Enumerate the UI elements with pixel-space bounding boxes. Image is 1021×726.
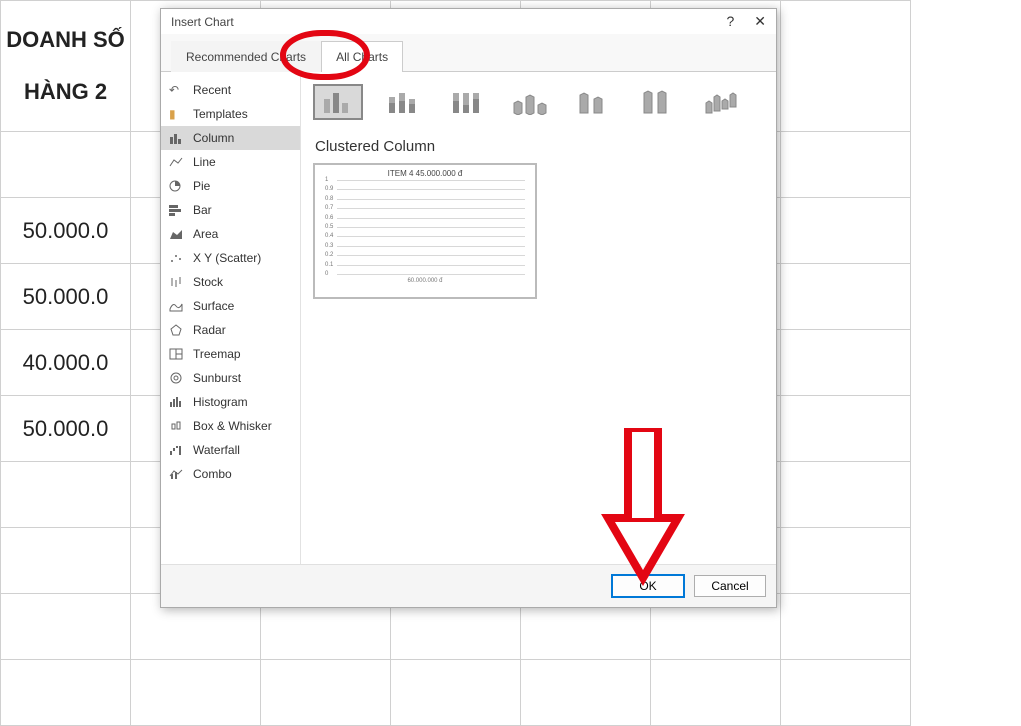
recent-icon: ↶ (169, 83, 185, 97)
ytick: 0.8 (325, 196, 333, 202)
type-stock[interactable]: Stock (161, 270, 300, 294)
type-box-whisker[interactable]: Box & Whisker (161, 414, 300, 438)
chart-type-list: ↶ Recent ▮ Templates Column Line Pie Bar A… (161, 72, 301, 564)
line-icon (169, 156, 185, 168)
type-histogram[interactable]: Histogram (161, 390, 300, 414)
type-combo[interactable]: Combo (161, 462, 300, 486)
box-whisker-icon (169, 420, 185, 432)
type-label: Stock (193, 275, 223, 289)
histogram-icon (169, 396, 185, 408)
type-label: Radar (193, 323, 226, 337)
cell-a6[interactable]: 50.000.0 (1, 396, 131, 462)
ytick: 0 (325, 271, 328, 277)
type-label: Sunburst (193, 371, 241, 385)
ytick: 0.1 (325, 262, 333, 268)
surface-icon (169, 300, 185, 312)
ytick: 0.9 (325, 186, 333, 192)
column-subtype-row (313, 84, 764, 120)
type-treemap[interactable]: Treemap (161, 342, 300, 366)
type-label: Pie (193, 179, 210, 193)
subtype-100-stacked-column[interactable] (441, 84, 491, 120)
type-label: X Y (Scatter) (193, 251, 261, 265)
type-surface[interactable]: Surface (161, 294, 300, 318)
dialog-title: Insert Chart (171, 15, 234, 29)
column-icon (169, 132, 185, 144)
ytick: 0.7 (325, 205, 333, 211)
type-column[interactable]: Column (161, 126, 300, 150)
subtype-3d-100-stacked-column[interactable] (633, 84, 683, 120)
ytick: 0.5 (325, 224, 333, 230)
bar-icon (169, 204, 185, 216)
pie-icon (169, 180, 185, 192)
type-radar[interactable]: Radar (161, 318, 300, 342)
type-label: Surface (193, 299, 234, 313)
type-recent[interactable]: ↶ Recent (161, 78, 300, 102)
scatter-icon (169, 252, 185, 264)
subtype-heading: Clustered Column (315, 138, 764, 155)
type-label: Treemap (193, 347, 241, 361)
subtype-3d-clustered-column[interactable] (505, 84, 555, 120)
type-label: Area (193, 227, 218, 241)
type-sunburst[interactable]: Sunburst (161, 366, 300, 390)
type-label: Combo (193, 467, 232, 481)
type-label: Recent (193, 83, 231, 97)
ytick: 1 (325, 177, 328, 183)
cell-a5[interactable]: 40.000.0 (1, 330, 131, 396)
radar-icon (169, 324, 185, 336)
ytick: 0.3 (325, 243, 333, 249)
subtype-clustered-column[interactable] (313, 84, 363, 120)
type-label: Line (193, 155, 216, 169)
type-waterfall[interactable]: Waterfall (161, 438, 300, 462)
sheet-title-1: DOANH SỐ (1, 27, 130, 53)
cancel-button[interactable]: Cancel (694, 575, 766, 597)
area-icon (169, 228, 185, 240)
dialog-tabs: Recommended Charts All Charts (161, 34, 776, 72)
type-label: Column (193, 131, 234, 145)
type-line[interactable]: Line (161, 150, 300, 174)
help-icon[interactable]: ? (726, 13, 734, 30)
templates-icon: ▮ (169, 107, 185, 121)
type-scatter[interactable]: X Y (Scatter) (161, 246, 300, 270)
subtype-3d-stacked-column[interactable] (569, 84, 619, 120)
type-label: Waterfall (193, 443, 240, 457)
type-pie[interactable]: Pie (161, 174, 300, 198)
close-icon[interactable]: ✕ (754, 13, 766, 30)
treemap-icon (169, 348, 185, 360)
chart-preview[interactable]: ITEM 4 45.000.000 đ 1 0.9 0.8 0.7 0.6 0.… (313, 163, 537, 299)
cell-a4[interactable]: 50.000.0 (1, 264, 131, 330)
type-label: Templates (193, 107, 248, 121)
subtype-3d-column[interactable] (697, 84, 747, 120)
ok-button[interactable]: OK (612, 575, 684, 597)
type-area[interactable]: Area (161, 222, 300, 246)
type-label: Box & Whisker (193, 419, 272, 433)
cell-a3[interactable]: 50.000.0 (1, 198, 131, 264)
tab-recommended-charts[interactable]: Recommended Charts (171, 41, 321, 72)
type-templates[interactable]: ▮ Templates (161, 102, 300, 126)
combo-icon (169, 468, 185, 480)
type-bar[interactable]: Bar (161, 198, 300, 222)
subtype-stacked-column[interactable] (377, 84, 427, 120)
insert-chart-dialog: Insert Chart ? ✕ Recommended Charts All … (160, 8, 777, 608)
preview-title: ITEM 4 45.000.000 đ (319, 169, 531, 178)
type-label: Histogram (193, 395, 248, 409)
ytick: 0.6 (325, 215, 333, 221)
preview-grid: 1 0.9 0.8 0.7 0.6 0.5 0.4 0.3 0.2 0.1 0 (325, 180, 525, 274)
ytick: 0.4 (325, 233, 333, 239)
tab-all-charts[interactable]: All Charts (321, 41, 403, 72)
ytick: 0.2 (325, 252, 333, 258)
type-label: Bar (193, 203, 212, 217)
sheet-title-2: HÀNG 2 (1, 79, 130, 105)
preview-footer: 60.000.000 đ (319, 278, 531, 284)
stock-icon (169, 276, 185, 288)
waterfall-icon (169, 444, 185, 456)
sunburst-icon (169, 372, 185, 384)
